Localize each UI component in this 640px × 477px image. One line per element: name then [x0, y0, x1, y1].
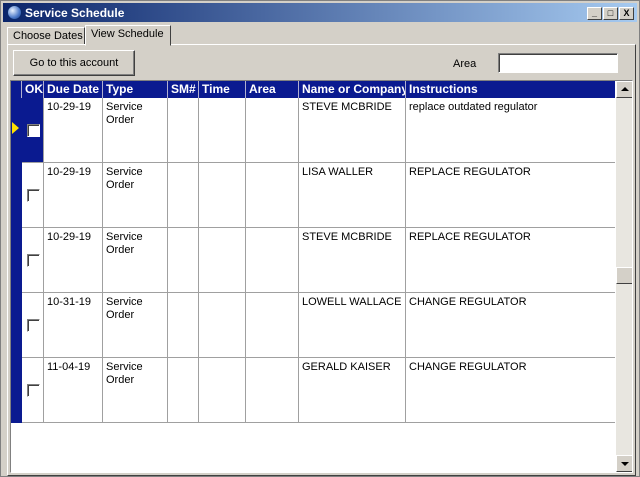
row-selector[interactable] — [11, 163, 22, 228]
sm-number-cell[interactable] — [168, 358, 199, 422]
header-sm-number[interactable]: SM# — [168, 81, 199, 98]
time-cell[interactable] — [199, 98, 246, 162]
vertical-scrollbar[interactable] — [616, 81, 632, 472]
type-line-1: Service — [106, 101, 143, 113]
chevron-down-icon — [621, 462, 629, 466]
type-line-1: Service — [106, 361, 143, 373]
type-line-2: Order — [106, 179, 135, 191]
header-row-selector — [11, 81, 22, 98]
time-cell[interactable] — [199, 293, 246, 357]
due-date-cell[interactable]: 10-31-19 — [44, 293, 103, 357]
ok-checkbox[interactable] — [27, 384, 40, 397]
go-to-account-button[interactable]: Go to this account — [13, 50, 135, 76]
ok-checkbox[interactable] — [27, 189, 40, 202]
time-cell[interactable] — [199, 358, 246, 422]
area-cell[interactable] — [246, 228, 299, 292]
ok-cell — [22, 163, 44, 227]
scroll-thumb[interactable] — [616, 267, 632, 284]
name-cell[interactable]: LISA WALLER — [299, 163, 406, 227]
row-selector[interactable] — [11, 228, 22, 293]
due-date-cell[interactable]: 10-29-19 — [44, 163, 103, 227]
sm-number-cell[interactable] — [168, 293, 199, 357]
ok-cell — [22, 358, 44, 422]
instructions-cell[interactable]: REPLACE REGULATOR — [406, 163, 615, 227]
row-selector[interactable] — [11, 293, 22, 358]
schedule-grid: OK Due Date Type SM# Time Area Name or C… — [10, 80, 633, 473]
area-label: Area — [453, 58, 477, 70]
ok-cell — [22, 98, 44, 162]
ok-checkbox[interactable] — [27, 319, 40, 332]
header-ok[interactable]: OK — [22, 81, 44, 98]
due-date-cell[interactable]: 10-29-19 — [44, 228, 103, 292]
type-cell[interactable]: Service Order — [103, 228, 168, 292]
maximize-button[interactable]: □ — [603, 7, 618, 20]
ok-checkbox[interactable] — [27, 124, 40, 137]
time-cell[interactable] — [199, 228, 246, 292]
header-type[interactable]: Type — [103, 81, 168, 98]
row-selector[interactable] — [11, 358, 22, 423]
table-row[interactable]: 10-31-19 Service Order LOWELL WALLACE CHA… — [11, 293, 615, 358]
scroll-down-button[interactable] — [616, 455, 632, 472]
sm-number-cell[interactable] — [168, 228, 199, 292]
type-line-2: Order — [106, 114, 135, 126]
sm-number-cell[interactable] — [168, 163, 199, 227]
header-time[interactable]: Time — [199, 81, 246, 98]
chevron-up-icon — [621, 87, 629, 91]
ok-checkbox[interactable] — [27, 254, 40, 267]
name-cell[interactable]: STEVE MCBRIDE — [299, 98, 406, 162]
table-row[interactable]: 11-04-19 Service Order GERALD KAISER CHAN… — [11, 358, 615, 423]
time-cell[interactable] — [199, 163, 246, 227]
title-bar[interactable]: Service Schedule _ □ X — [3, 3, 637, 22]
name-cell[interactable]: LOWELL WALLACE — [299, 293, 406, 357]
close-button[interactable]: X — [619, 7, 634, 20]
area-cell[interactable] — [246, 98, 299, 162]
ok-cell — [22, 228, 44, 292]
type-line-2: Order — [106, 309, 135, 321]
name-cell[interactable]: STEVE MCBRIDE — [299, 228, 406, 292]
instructions-cell[interactable]: REPLACE REGULATOR — [406, 228, 615, 292]
row-selector[interactable] — [11, 98, 22, 163]
type-line-1: Service — [106, 231, 143, 243]
grid-header: OK Due Date Type SM# Time Area Name or C… — [11, 81, 615, 98]
type-cell[interactable]: Service Order — [103, 98, 168, 162]
type-line-2: Order — [106, 374, 135, 386]
minimize-button[interactable]: _ — [587, 7, 602, 20]
area-cell[interactable] — [246, 163, 299, 227]
area-cell[interactable] — [246, 293, 299, 357]
table-row[interactable]: 10-29-19 Service Order STEVE MCBRIDE REPL… — [11, 228, 615, 293]
area-input[interactable] — [498, 53, 618, 73]
table-row[interactable]: 10-29-19 Service Order STEVE MCBRIDE repl… — [11, 98, 615, 163]
name-cell[interactable]: GERALD KAISER — [299, 358, 406, 422]
header-name-or-company[interactable]: Name or Company — [299, 81, 406, 98]
due-date-cell[interactable]: 10-29-19 — [44, 98, 103, 162]
type-cell[interactable]: Service Order — [103, 163, 168, 227]
header-instructions[interactable]: Instructions — [406, 81, 615, 98]
type-line-2: Order — [106, 244, 135, 256]
area-cell[interactable] — [246, 358, 299, 422]
tab-view-schedule[interactable]: View Schedule — [85, 25, 171, 46]
table-row[interactable]: 10-29-19 Service Order LISA WALLER REPLAC… — [11, 163, 615, 228]
instructions-cell[interactable]: CHANGE REGULATOR — [406, 293, 615, 357]
ok-cell — [22, 293, 44, 357]
header-due-date[interactable]: Due Date — [44, 81, 103, 98]
instructions-cell[interactable]: CHANGE REGULATOR — [406, 358, 615, 422]
header-area[interactable]: Area — [246, 81, 299, 98]
current-row-arrow-icon — [12, 122, 19, 134]
app-globe-icon — [7, 5, 22, 20]
type-cell[interactable]: Service Order — [103, 358, 168, 422]
scroll-up-button[interactable] — [616, 81, 632, 98]
tab-choose-dates[interactable]: Choose Dates — [7, 27, 85, 45]
type-line-1: Service — [106, 166, 143, 178]
due-date-cell[interactable]: 11-04-19 — [44, 358, 103, 422]
service-schedule-window: Service Schedule _ □ X Choose Dates View… — [0, 0, 640, 477]
type-cell[interactable]: Service Order — [103, 293, 168, 357]
view-schedule-panel: Go to this account Area OK Due Date Type… — [7, 44, 636, 476]
instructions-cell[interactable]: replace outdated regulator — [406, 98, 615, 162]
type-line-1: Service — [106, 296, 143, 308]
window-title: Service Schedule — [25, 6, 125, 20]
sm-number-cell[interactable] — [168, 98, 199, 162]
